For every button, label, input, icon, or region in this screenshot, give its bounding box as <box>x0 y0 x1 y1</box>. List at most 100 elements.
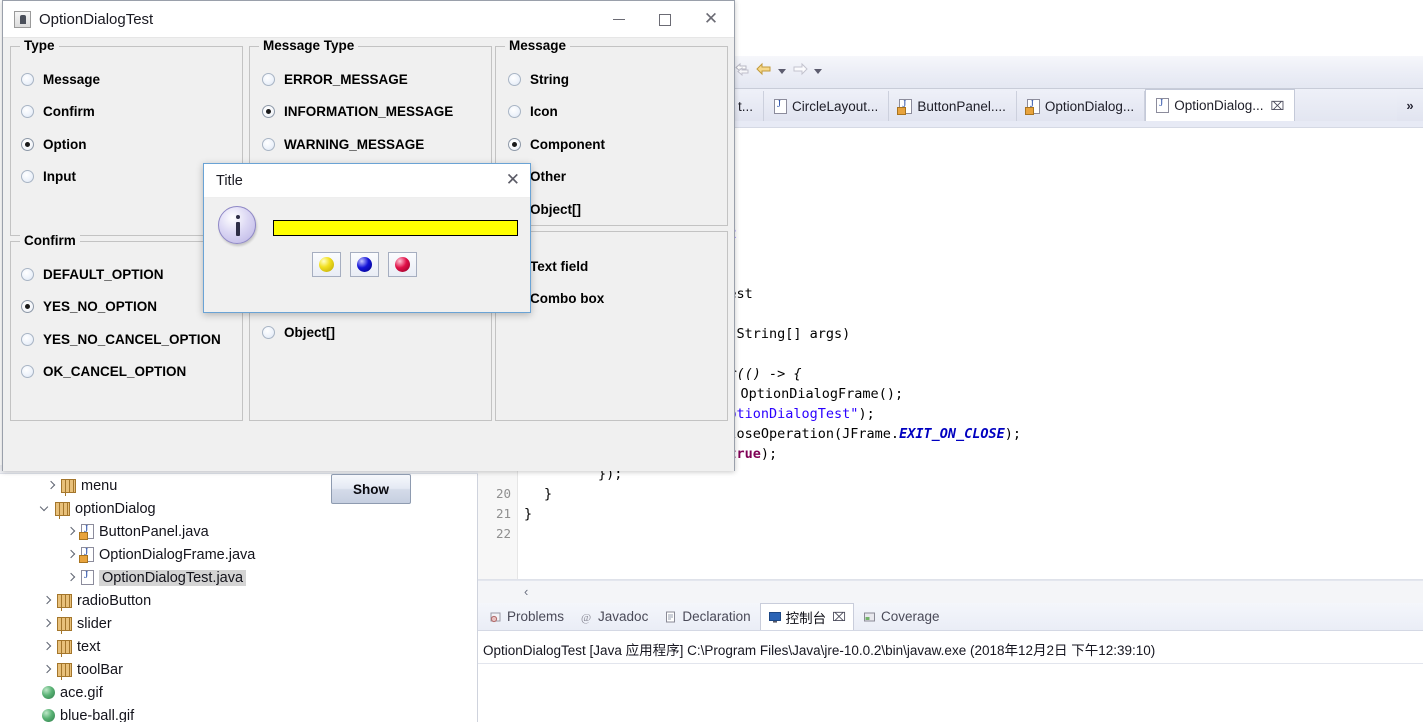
radio-message-icon[interactable]: Icon <box>508 104 558 119</box>
radio-confirm-yes-no-option[interactable]: YES_NO_OPTION <box>21 299 157 314</box>
chevron-right-icon[interactable] <box>66 550 76 560</box>
java-coffee-cup-icon <box>14 10 31 28</box>
swing-window-title: OptionDialogTest <box>39 10 154 28</box>
radio-label: Combo box <box>530 291 605 306</box>
java-file-icon <box>81 569 94 585</box>
swing-window-titlebar[interactable]: OptionDialogTest ✕ <box>3 1 734 38</box>
tab-problems[interactable]: Problems <box>482 604 571 630</box>
chevron-right-icon[interactable] <box>46 481 56 491</box>
radio-message-component[interactable]: Component <box>508 137 605 152</box>
back-dropdown-icon[interactable] <box>778 68 786 74</box>
radio-icon <box>262 138 275 151</box>
tree-item-slider[interactable]: slider <box>42 612 112 635</box>
radio-option-object-array[interactable]: Object[] <box>262 325 335 340</box>
chevron-right-icon[interactable] <box>42 642 52 652</box>
tree-item-optiondialog[interactable]: optionDialog <box>40 497 156 520</box>
dialog-body <box>204 198 530 312</box>
tree-item-menu[interactable]: menu <box>46 474 117 497</box>
radio-label: OK_CANCEL_OPTION <box>43 364 187 379</box>
radio-icon <box>21 365 34 378</box>
radio-confirm-yes-no-cancel-option[interactable]: YES_NO_CANCEL_OPTION <box>21 332 221 347</box>
radio-confirm-ok-cancel-option[interactable]: OK_CANCEL_OPTION <box>21 364 186 379</box>
line-number: 22 <box>495 526 511 541</box>
console-output-area[interactable]: OptionDialogTest [Java 应用程序] C:\Program … <box>478 631 1423 722</box>
group-confirm-title: Confirm <box>20 233 80 248</box>
tree-item-optiondialogframe-java[interactable]: OptionDialogFrame.java <box>66 543 255 566</box>
editor-tab-label: CircleLayout... <box>792 98 879 114</box>
code-fragment: } <box>524 506 533 522</box>
maximize-button[interactable] <box>642 1 688 38</box>
chevron-right-icon[interactable] <box>66 573 76 583</box>
tree-item-toolbar[interactable]: toolBar <box>42 658 123 681</box>
radio-information-message[interactable]: INFORMATION_MESSAGE <box>262 104 453 119</box>
forward-arrow-icon[interactable] <box>791 62 809 80</box>
radio-error-message[interactable]: ERROR_MESSAGE <box>262 72 408 87</box>
tab-javadoc[interactable]: @ Javadoc <box>573 604 655 630</box>
radio-label: Text field <box>530 259 589 274</box>
minimize-button[interactable] <box>596 1 642 38</box>
editor-tab-1[interactable]: CircleLayout... <box>764 91 890 121</box>
radio-type-input[interactable]: Input <box>21 169 76 184</box>
scroll-left-chevron-icon[interactable]: ‹ <box>524 584 528 599</box>
dialog-close-icon[interactable]: ✕ <box>506 172 520 189</box>
yellow-text-field[interactable] <box>273 220 518 236</box>
radio-type-option[interactable]: Option <box>21 137 87 152</box>
tree-item-optiondialogtest-java[interactable]: OptionDialogTest.java <box>66 566 247 589</box>
editor-tab-3[interactable]: OptionDialog... <box>1016 91 1146 121</box>
package-icon <box>55 501 70 516</box>
yellow-ball-icon <box>319 257 334 272</box>
tree-item-radiobutton[interactable]: radioButton <box>42 589 151 612</box>
chevron-right-icon[interactable] <box>42 665 52 675</box>
tree-item-text[interactable]: text <box>42 635 100 658</box>
radio-label: Other <box>530 169 567 184</box>
red-ball-icon <box>395 257 410 272</box>
line-number: 21 <box>495 506 511 521</box>
tree-item-buttonpanel-java[interactable]: ButtonPanel.java <box>66 520 209 543</box>
tree-item-label: toolBar <box>77 661 123 678</box>
tree-item-blue-ball-gif[interactable]: blue-ball.gif <box>42 704 134 722</box>
radio-label: Input <box>43 169 76 184</box>
javadoc-icon: @ <box>580 610 594 624</box>
editor-tab-4-active[interactable]: OptionDialog... ⌧ <box>1145 89 1296 121</box>
radio-label: Component <box>530 137 605 152</box>
window-controls: ✕ <box>596 1 734 38</box>
tab-overflow-chevron-icon[interactable]: » <box>1397 89 1423 121</box>
radio-icon <box>21 105 34 118</box>
chevron-right-icon[interactable] <box>66 527 76 537</box>
tab-declaration[interactable]: Declaration <box>657 604 757 630</box>
editor-horizontal-scrollbar[interactable]: ‹ <box>478 579 1423 603</box>
radio-label: Object[] <box>530 202 582 217</box>
editor-tab-label: ButtonPanel.... <box>917 98 1006 114</box>
editor-tab-2[interactable]: ButtonPanel.... <box>889 91 1017 121</box>
radio-message-string[interactable]: String <box>508 72 569 87</box>
back-history-icon[interactable] <box>734 62 752 80</box>
forward-dropdown-icon[interactable] <box>814 68 822 74</box>
chevron-right-icon[interactable] <box>42 596 52 606</box>
show-button[interactable]: Show <box>331 474 411 504</box>
tab-console[interactable]: 控制台 ⌧ <box>759 603 854 630</box>
radio-type-confirm[interactable]: Confirm <box>21 104 95 119</box>
tree-item-label: menu <box>81 477 118 494</box>
chevron-down-icon[interactable] <box>40 504 50 514</box>
screen-root: t... CircleLayout... ButtonPanel.... Opt… <box>0 0 1423 722</box>
tab-coverage[interactable]: Coverage <box>856 604 947 630</box>
close-button[interactable]: ✕ <box>688 1 734 38</box>
nav-icon-group <box>734 62 824 80</box>
tab-close-icon[interactable]: ⌧ <box>1271 99 1285 113</box>
chevron-right-icon[interactable] <box>42 619 52 629</box>
dialog-titlebar[interactable]: Title ✕ <box>204 164 530 198</box>
back-arrow-icon[interactable] <box>755 62 773 80</box>
tree-item-label: OptionDialogFrame.java <box>99 546 256 563</box>
java-file-icon <box>774 98 788 114</box>
radio-confirm-default-option[interactable]: DEFAULT_OPTION <box>21 267 164 282</box>
console-tab-close-icon[interactable]: ⌧ <box>832 610 846 624</box>
red-ball-button[interactable] <box>388 252 417 277</box>
radio-warning-message[interactable]: WARNING_MESSAGE <box>262 137 424 152</box>
blue-ball-button[interactable] <box>350 252 379 277</box>
radio-type-message[interactable]: Message <box>21 72 100 87</box>
radio-icon-selected <box>21 300 34 313</box>
tree-item-ace-gif[interactable]: ace.gif <box>42 681 103 704</box>
yellow-ball-button[interactable] <box>312 252 341 277</box>
bottom-view-tabs: Problems @ Javadoc Declaration 控制台 ⌧ Cov… <box>478 603 1423 631</box>
bottom-tab-label: 控制台 <box>785 611 827 626</box>
